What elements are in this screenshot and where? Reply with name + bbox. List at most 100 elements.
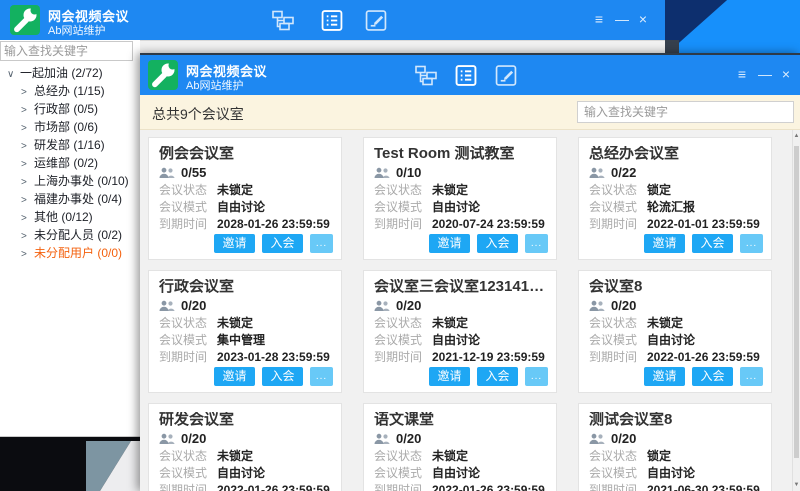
tree-item[interactable]: >运维部 (0/2) xyxy=(0,154,140,172)
expire-label: 到期时间 xyxy=(159,350,217,364)
status-label: 会议状态 xyxy=(374,316,432,330)
room-card: 会议室三会议室123141324141三会... 0/20 会议状态未锁定 会议… xyxy=(363,270,557,393)
close-button[interactable]: × xyxy=(634,9,652,29)
back-titlebar: 网会视频会议 Ab网站维护 ≡ — × xyxy=(0,0,665,40)
join-button[interactable]: 入会 xyxy=(262,367,303,386)
room-search-input[interactable] xyxy=(577,101,794,123)
status-label: 会议状态 xyxy=(589,316,647,330)
expire-value: 2022-01-26 23:59:59 xyxy=(217,483,330,491)
join-button[interactable]: 入会 xyxy=(692,234,733,253)
room-name: 测试会议室8 xyxy=(589,412,761,428)
tree-item[interactable]: >研发部 (1/16) xyxy=(0,136,140,154)
expire-label: 到期时间 xyxy=(589,483,647,491)
room-card: 测试会议室8 0/20 会议状态锁定 会议模式自由讨论 到期时间2021-06-… xyxy=(578,403,772,491)
room-card: 研发会议室 0/20 会议状态未锁定 会议模式自由讨论 到期时间2022-01-… xyxy=(148,403,342,491)
tree-item[interactable]: >未分配用户 (0/0) xyxy=(0,244,140,262)
participants-icon xyxy=(159,167,175,179)
front-window: 网会视频会议 Ab网站维护 ≡ — × 总共9个会议室 例会会议室 0/55 xyxy=(140,53,800,491)
tree-item[interactable]: >未分配人员 (0/2) xyxy=(0,226,140,244)
join-button[interactable]: 入会 xyxy=(692,367,733,386)
tree-item[interactable]: >福建办事处 (0/4) xyxy=(0,190,140,208)
app-logo-wrench-icon xyxy=(10,5,40,35)
room-name: 会议室三会议室123141324141三会... xyxy=(374,279,546,295)
more-options-button[interactable]: ... xyxy=(525,367,548,386)
front-titlebar: 网会视频会议 Ab网站维护 ≡ — × xyxy=(140,55,800,95)
status-value: 未锁定 xyxy=(217,449,253,463)
chevron-icon[interactable]: > xyxy=(21,246,34,264)
expire-label: 到期时间 xyxy=(589,350,647,364)
more-options-button[interactable]: ... xyxy=(740,234,763,253)
mode-label: 会议模式 xyxy=(589,466,647,480)
participant-count: 0/55 xyxy=(181,165,206,180)
tree-item-label: 运维部 (0/2) xyxy=(34,156,98,170)
tree-item[interactable]: >其他 (0/12) xyxy=(0,208,140,226)
tree-item[interactable]: >行政部 (0/5) xyxy=(0,100,140,118)
expire-label: 到期时间 xyxy=(159,217,217,231)
room-grid: 例会会议室 0/55 会议状态未锁定 会议模式自由讨论 到期时间2028-01-… xyxy=(148,137,772,491)
status-value: 锁定 xyxy=(647,449,671,463)
meeting-list-icon[interactable] xyxy=(321,10,343,31)
expire-value: 2023-01-28 23:59:59 xyxy=(217,350,330,364)
tree-item[interactable]: ∨一起加油 (2/72) xyxy=(0,64,140,82)
menu-icon[interactable]: ≡ xyxy=(590,9,608,29)
meeting-list-icon[interactable] xyxy=(455,65,477,86)
invite-button[interactable]: 邀请 xyxy=(214,367,255,386)
room-name: 语文课堂 xyxy=(374,412,546,428)
tree-item[interactable]: >上海办事处 (0/10) xyxy=(0,172,140,190)
edit-compose-icon[interactable] xyxy=(495,65,517,86)
tree-item-label: 总经办 (1/15) xyxy=(34,84,105,98)
tree-item[interactable]: >市场部 (0/6) xyxy=(0,118,140,136)
room-card: 语文课堂 0/20 会议状态未锁定 会议模式自由讨论 到期时间2022-01-2… xyxy=(363,403,557,491)
more-options-button[interactable]: ... xyxy=(740,367,763,386)
more-options-button[interactable]: ... xyxy=(310,234,333,253)
chevron-icon[interactable]: ∨ xyxy=(7,66,20,84)
vertical-scrollbar[interactable]: ▲ ▼ xyxy=(792,130,800,491)
mode-value: 自由讨论 xyxy=(647,466,695,480)
more-options-button[interactable]: ... xyxy=(310,367,333,386)
invite-button[interactable]: 邀请 xyxy=(644,367,685,386)
invite-button[interactable]: 邀请 xyxy=(429,234,470,253)
invite-button[interactable]: 邀请 xyxy=(644,234,685,253)
expire-label: 到期时间 xyxy=(374,217,432,231)
participant-count: 0/20 xyxy=(611,298,636,313)
participants-icon xyxy=(374,300,390,312)
tree-item-label: 未分配用户 (0/0) xyxy=(34,246,122,260)
more-options-button[interactable]: ... xyxy=(525,234,548,253)
room-card: 例会会议室 0/55 会议状态未锁定 会议模式自由讨论 到期时间2028-01-… xyxy=(148,137,342,260)
menu-icon[interactable]: ≡ xyxy=(733,64,751,84)
mode-value: 自由讨论 xyxy=(432,466,480,480)
participant-count: 0/10 xyxy=(396,165,421,180)
invite-button[interactable]: 邀请 xyxy=(214,234,255,253)
expire-value: 2028-01-26 23:59:59 xyxy=(217,217,330,231)
minimize-button[interactable]: — xyxy=(756,64,774,84)
scrollbar-thumb[interactable] xyxy=(794,146,799,458)
scroll-down-icon[interactable]: ▼ xyxy=(793,482,800,488)
room-card: 总经办会议室 0/22 会议状态锁定 会议模式轮流汇报 到期时间2022-01-… xyxy=(578,137,772,260)
search-input[interactable] xyxy=(0,41,133,61)
room-card: 行政会议室 0/20 会议状态未锁定 会议模式集中管理 到期时间2023-01-… xyxy=(148,270,342,393)
join-button[interactable]: 入会 xyxy=(477,367,518,386)
mode-label: 会议模式 xyxy=(159,333,217,347)
tree-item[interactable]: >总经办 (1/15) xyxy=(0,82,140,100)
mode-value: 自由讨论 xyxy=(217,200,265,214)
desktop-wallpaper-top-right xyxy=(665,0,800,55)
join-button[interactable]: 入会 xyxy=(262,234,303,253)
desktop-wallpaper-bottom-left xyxy=(0,437,140,491)
org-chart-icon[interactable] xyxy=(415,65,437,86)
minimize-button[interactable]: — xyxy=(613,9,631,29)
participants-icon xyxy=(374,167,390,179)
room-grid-area: 例会会议室 0/55 会议状态未锁定 会议模式自由讨论 到期时间2028-01-… xyxy=(140,130,800,491)
expire-value: 2021-12-19 23:59:59 xyxy=(432,350,545,364)
room-name: 例会会议室 xyxy=(159,146,331,162)
participant-count: 0/20 xyxy=(181,431,206,446)
join-button[interactable]: 入会 xyxy=(477,234,518,253)
edit-compose-icon[interactable] xyxy=(365,10,387,31)
close-button[interactable]: × xyxy=(777,64,795,84)
app-logo-wrench-icon xyxy=(148,60,178,90)
scroll-up-icon[interactable]: ▲ xyxy=(793,133,800,139)
expire-value: 2020-07-24 23:59:59 xyxy=(432,217,545,231)
org-chart-icon[interactable] xyxy=(272,10,294,31)
invite-button[interactable]: 邀请 xyxy=(429,367,470,386)
expire-label: 到期时间 xyxy=(589,217,647,231)
app-subtitle: Ab网站维护 xyxy=(48,22,105,38)
